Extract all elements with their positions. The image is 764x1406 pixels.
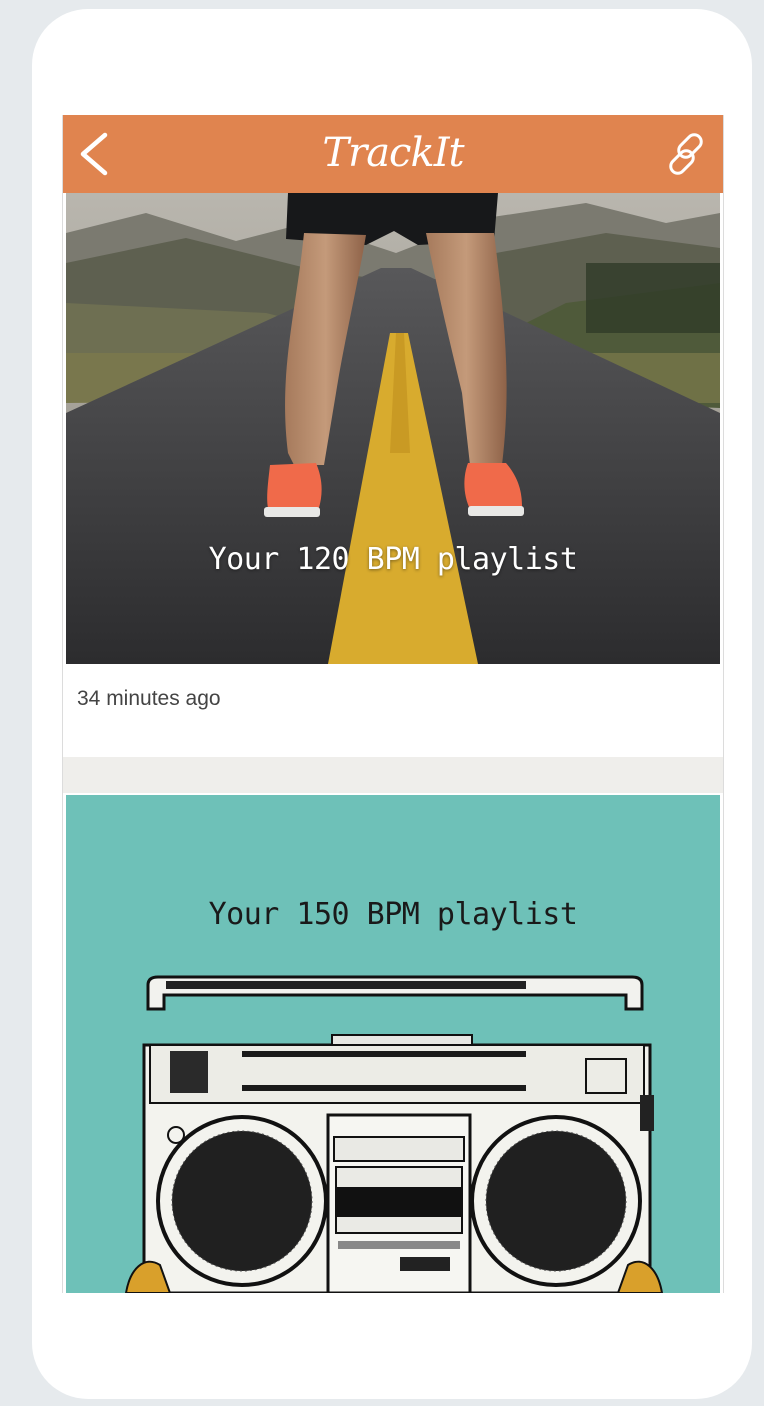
card-separator	[63, 757, 723, 793]
back-button[interactable]	[67, 125, 123, 183]
app-title: TrackIt	[322, 130, 464, 176]
playlist-title: Your 120 BPM playlist	[208, 542, 578, 577]
app-screen: TrackIt Your 120 BPM playlist 34 minutes…	[62, 115, 724, 1293]
app-header: TrackIt	[63, 115, 723, 193]
chevron-left-icon	[80, 132, 108, 176]
link-icon	[669, 133, 703, 175]
share-link-button[interactable]	[661, 127, 717, 183]
phone-frame: TrackIt Your 120 BPM playlist 34 minutes…	[32, 9, 752, 1399]
playlist-cover-image[interactable]: Your 120 BPM playlist	[66, 193, 720, 664]
runner-road-photo	[66, 193, 720, 664]
playlist-cover-image[interactable]: Your 150 BPM playlist	[66, 795, 720, 1293]
playlist-title: Your 150 BPM playlist	[208, 897, 578, 932]
playlist-card[interactable]: Your 150 BPM playlist	[63, 793, 723, 1293]
playlist-timestamp: 34 minutes ago	[77, 687, 221, 710]
playlist-card[interactable]: Your 120 BPM playlist 34 minutes ago	[63, 193, 723, 757]
boombox-illustration	[66, 795, 720, 1293]
